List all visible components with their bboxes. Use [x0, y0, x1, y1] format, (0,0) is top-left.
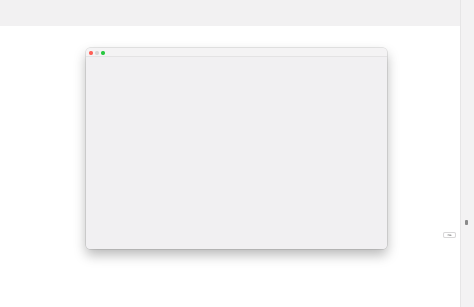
side-panel: [460, 0, 474, 307]
top-toolbar-area: [0, 0, 460, 26]
window-titlebar[interactable]: [86, 48, 387, 57]
window-content: [86, 57, 387, 249]
minimize-icon[interactable]: [95, 50, 99, 55]
desktop: Na: [0, 0, 474, 307]
panel-handle-icon[interactable]: [465, 220, 468, 225]
close-icon[interactable]: [89, 50, 93, 55]
app-window[interactable]: [86, 48, 387, 249]
side-panel-button-label: Na: [447, 232, 452, 237]
maximize-icon[interactable]: [101, 50, 105, 55]
side-panel-button[interactable]: Na: [443, 232, 456, 238]
